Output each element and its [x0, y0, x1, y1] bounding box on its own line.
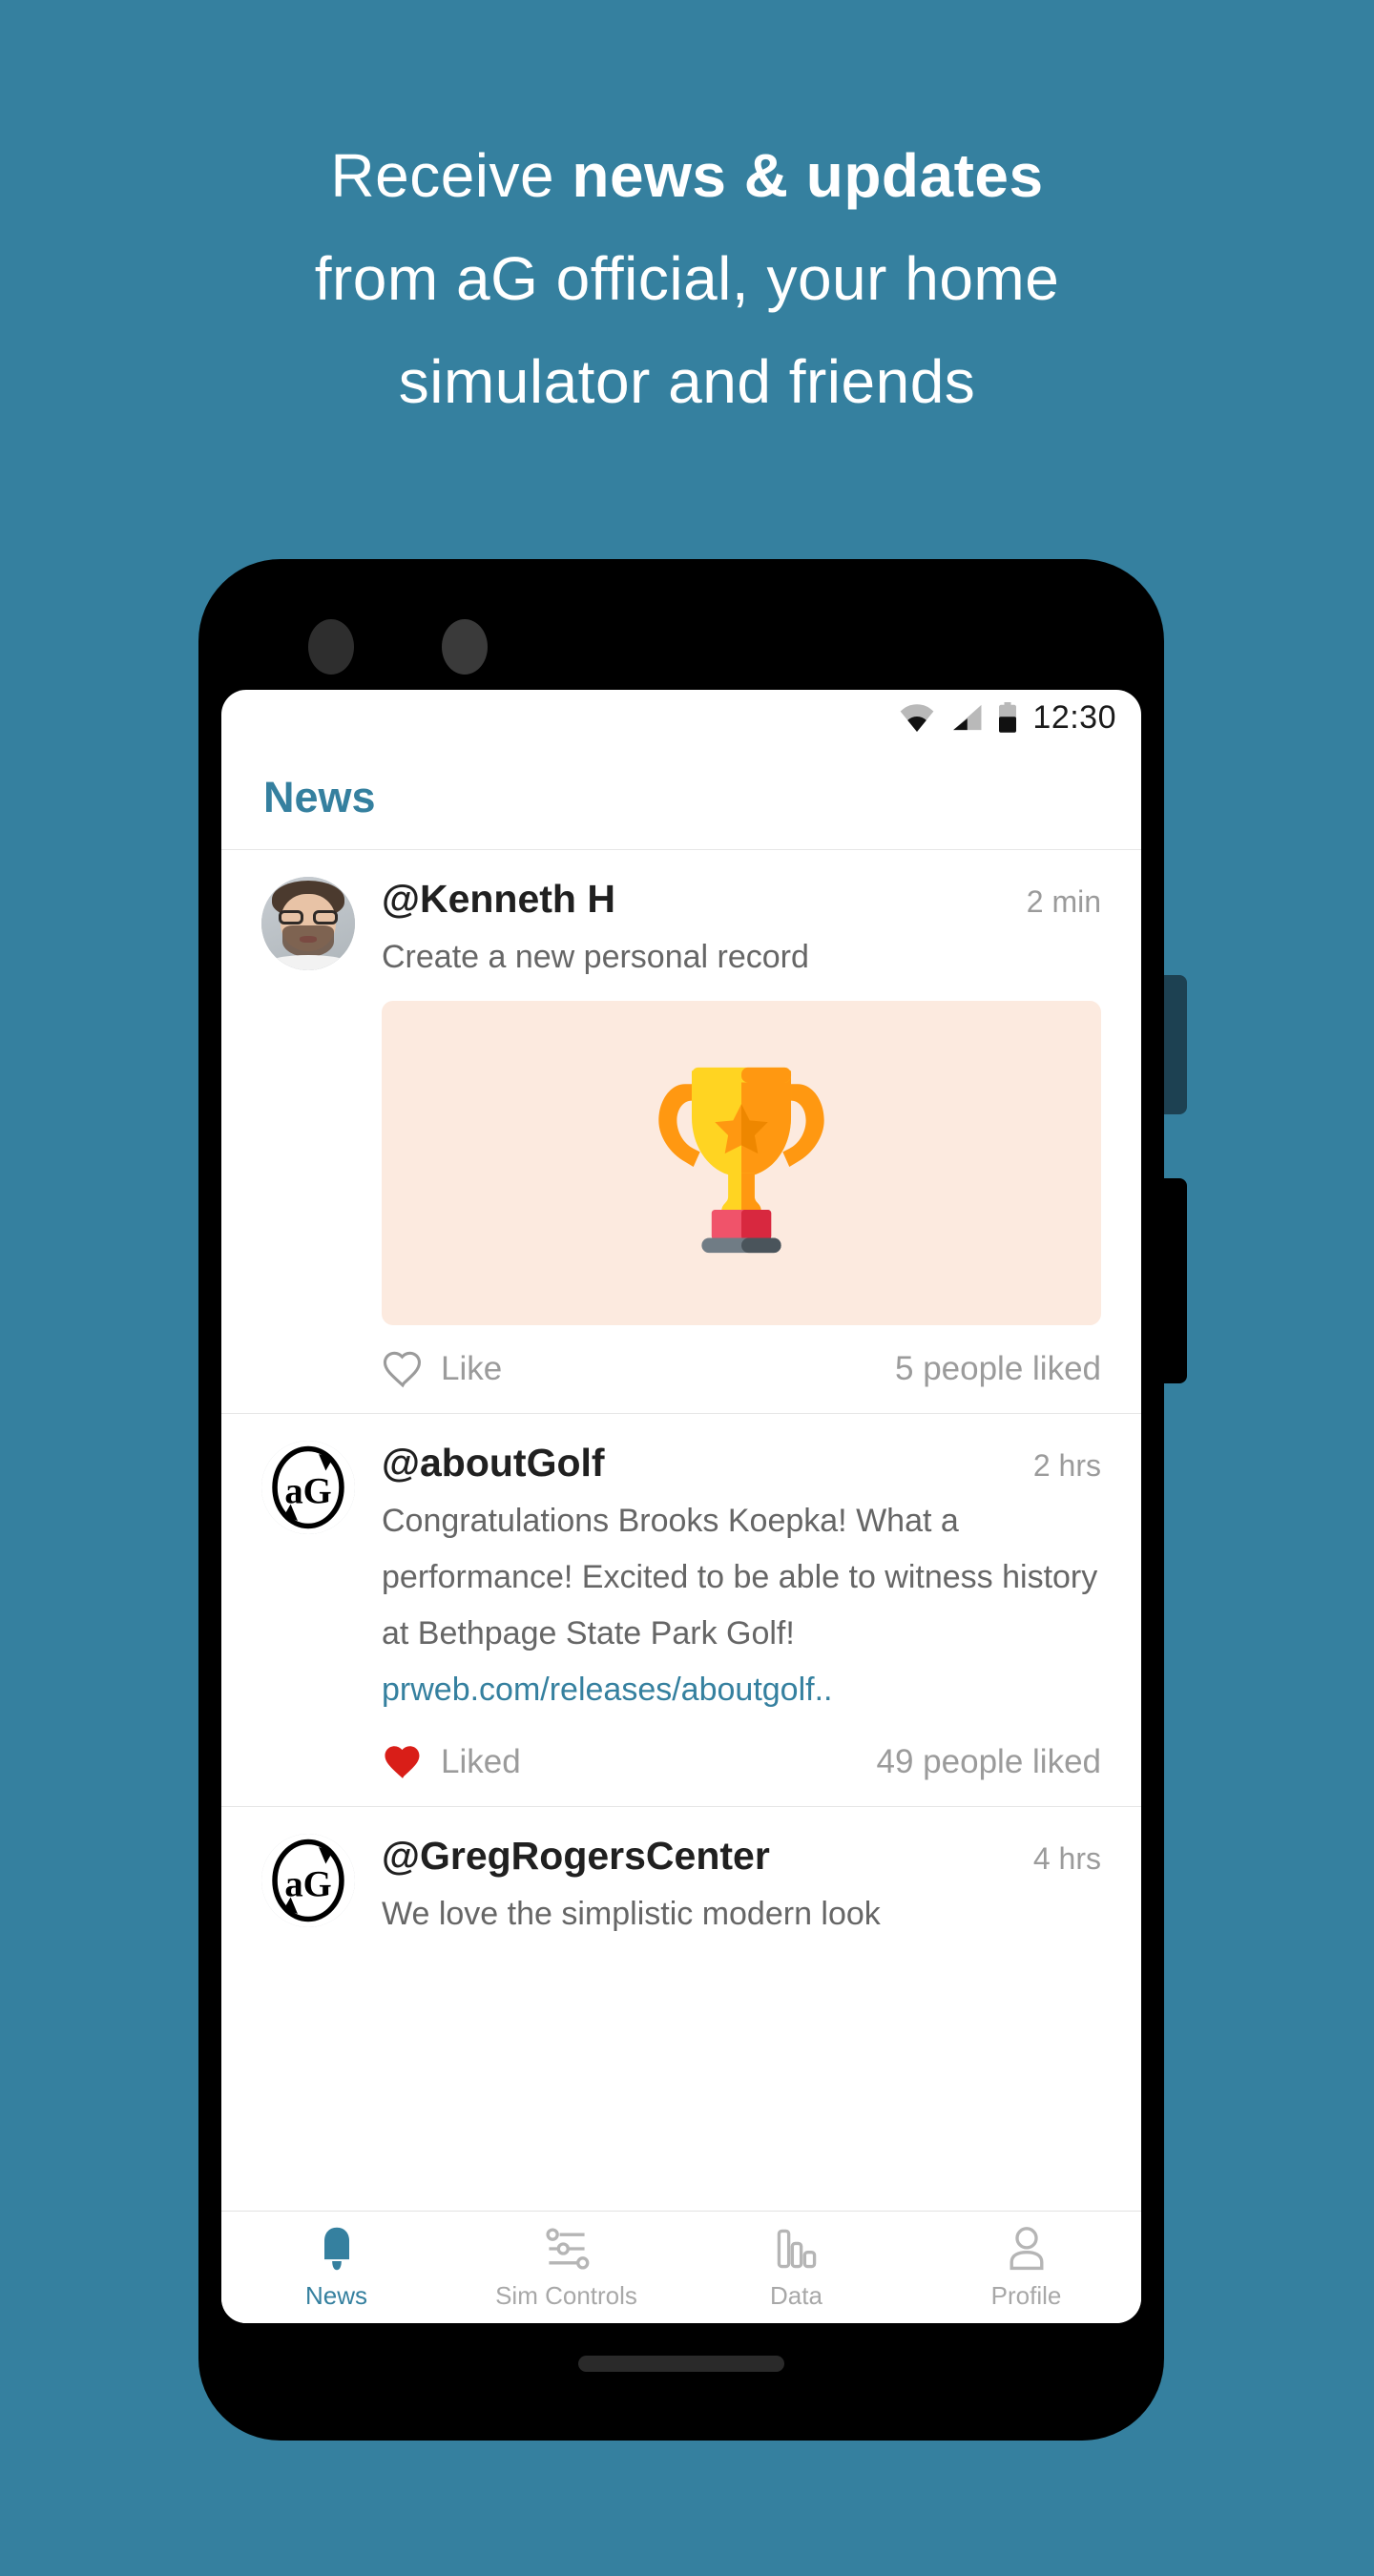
post-text: We love the simplistic modern look [382, 1896, 881, 1932]
like-label: Liked [441, 1743, 521, 1780]
heart-outline-icon [383, 1351, 422, 1388]
svg-text:aG: aG [284, 1865, 331, 1905]
bar-chart-icon [777, 2229, 816, 2269]
heart-filled-icon [385, 1746, 420, 1778]
post-item[interactable]: aG @GregRogersCenter 4 hrs We love the s… [221, 1807, 1141, 1942]
sensor-icon [442, 619, 488, 675]
nav-label-news: News [304, 2281, 367, 2310]
ag-logo-icon: aG [272, 1839, 344, 1922]
headline-line-3: simulator and friends [398, 347, 976, 416]
post-item[interactable]: aG @aboutGolf 2 hrs Congratulations Broo… [221, 1414, 1141, 1807]
post-header: @Kenneth H 2 min Create a new personal r… [261, 877, 1101, 1413]
trophy-icon [658, 1067, 824, 1253]
ag-logo-avatar: aG [261, 1441, 355, 1534]
headline-line-1: Receive news & updates [0, 124, 1374, 227]
app-bar: News [221, 745, 1141, 850]
page-title: News [263, 772, 376, 821]
headline-line-2: from aG official, your home [314, 244, 1060, 313]
headline-plain-text: Receive [330, 141, 572, 210]
status-bar: 12:30 [221, 690, 1141, 745]
promo-screenshot: Receive news & updates from aG official,… [0, 0, 1374, 2576]
home-indicator[interactable] [578, 2356, 784, 2372]
nav-label-profile: Profile [990, 2281, 1062, 2310]
person-icon [1010, 2227, 1043, 2271]
post-handle[interactable]: @GregRogersCenter [382, 1834, 770, 1879]
battery-icon [998, 702, 1017, 733]
nav-label-data: Data [770, 2281, 822, 2310]
like-count: 49 people liked [876, 1743, 1101, 1780]
avatar[interactable] [261, 877, 355, 970]
headline-bold-text: news & updates [572, 141, 1044, 210]
post-link[interactable]: prweb.com/releases/aboutgolf.. [382, 1662, 1101, 1718]
post-body: @GregRogersCenter 4 hrs We love the simp… [355, 1834, 1101, 1942]
promo-headline: Receive news & updates from aG official,… [0, 124, 1374, 433]
post-like-bar: Like 5 people liked [382, 1325, 1101, 1413]
post-item[interactable]: @Kenneth H 2 min Create a new personal r… [221, 850, 1141, 1414]
nav-label-sim-controls: Sim Controls [495, 2281, 637, 2310]
like-button[interactable]: Liked [382, 1743, 521, 1781]
post-handle[interactable]: @Kenneth H [382, 877, 615, 922]
post-header: aG @GregRogersCenter 4 hrs We love the s… [261, 1834, 1101, 1942]
post-handle[interactable]: @aboutGolf [382, 1441, 605, 1485]
post-text: Create a new personal record [382, 939, 809, 975]
avatar[interactable]: aG [261, 1834, 355, 1927]
post-timestamp: 4 hrs [1032, 1841, 1101, 1876]
like-button[interactable]: Like [382, 1350, 502, 1388]
cellular-signal-icon [950, 703, 983, 732]
bottom-navigation: News Sim Controls Data Profile [221, 2211, 1141, 2323]
nav-item-profile[interactable]: Profile [911, 2224, 1141, 2311]
post-text: Congratulations Brooks Koepka! What a pe… [382, 1503, 1098, 1652]
wifi-icon [899, 703, 935, 732]
sliders-icon [545, 2228, 589, 2270]
like-count: 5 people liked [895, 1350, 1101, 1387]
nav-item-data[interactable]: Data [681, 2224, 911, 2311]
post-body: @aboutGolf 2 hrs Congratulations Brooks … [355, 1441, 1101, 1806]
post-timestamp: 2 hrs [1032, 1448, 1101, 1483]
post-media-trophy[interactable] [382, 1001, 1101, 1325]
post-meta-row: @Kenneth H 2 min [382, 877, 1101, 922]
bell-icon [323, 2227, 349, 2271]
post-body: @Kenneth H 2 min Create a new personal r… [355, 877, 1101, 1413]
front-camera-icon [308, 619, 354, 675]
nav-item-sim-controls[interactable]: Sim Controls [451, 2224, 681, 2311]
post-like-bar: Liked 49 people liked [382, 1718, 1101, 1806]
post-meta-row: @GregRogersCenter 4 hrs [382, 1834, 1101, 1879]
ag-logo-avatar: aG [261, 1834, 355, 1927]
avatar[interactable]: aG [261, 1441, 355, 1534]
ag-logo-icon: aG [272, 1445, 344, 1529]
status-bar-time: 12:30 [1032, 698, 1116, 736]
post-timestamp: 2 min [1026, 884, 1101, 919]
nav-item-news[interactable]: News [221, 2224, 451, 2311]
news-feed[interactable]: @Kenneth H 2 min Create a new personal r… [221, 850, 1141, 2211]
post-header: aG @aboutGolf 2 hrs Congratulations Broo… [261, 1441, 1101, 1806]
like-label: Like [441, 1350, 503, 1387]
post-meta-row: @aboutGolf 2 hrs [382, 1441, 1101, 1485]
phone-screen: 12:30 News @Kenneth H 2 min Create a new… [221, 690, 1141, 2323]
user-photo-avatar [261, 877, 355, 970]
svg-text:aG: aG [284, 1472, 331, 1512]
